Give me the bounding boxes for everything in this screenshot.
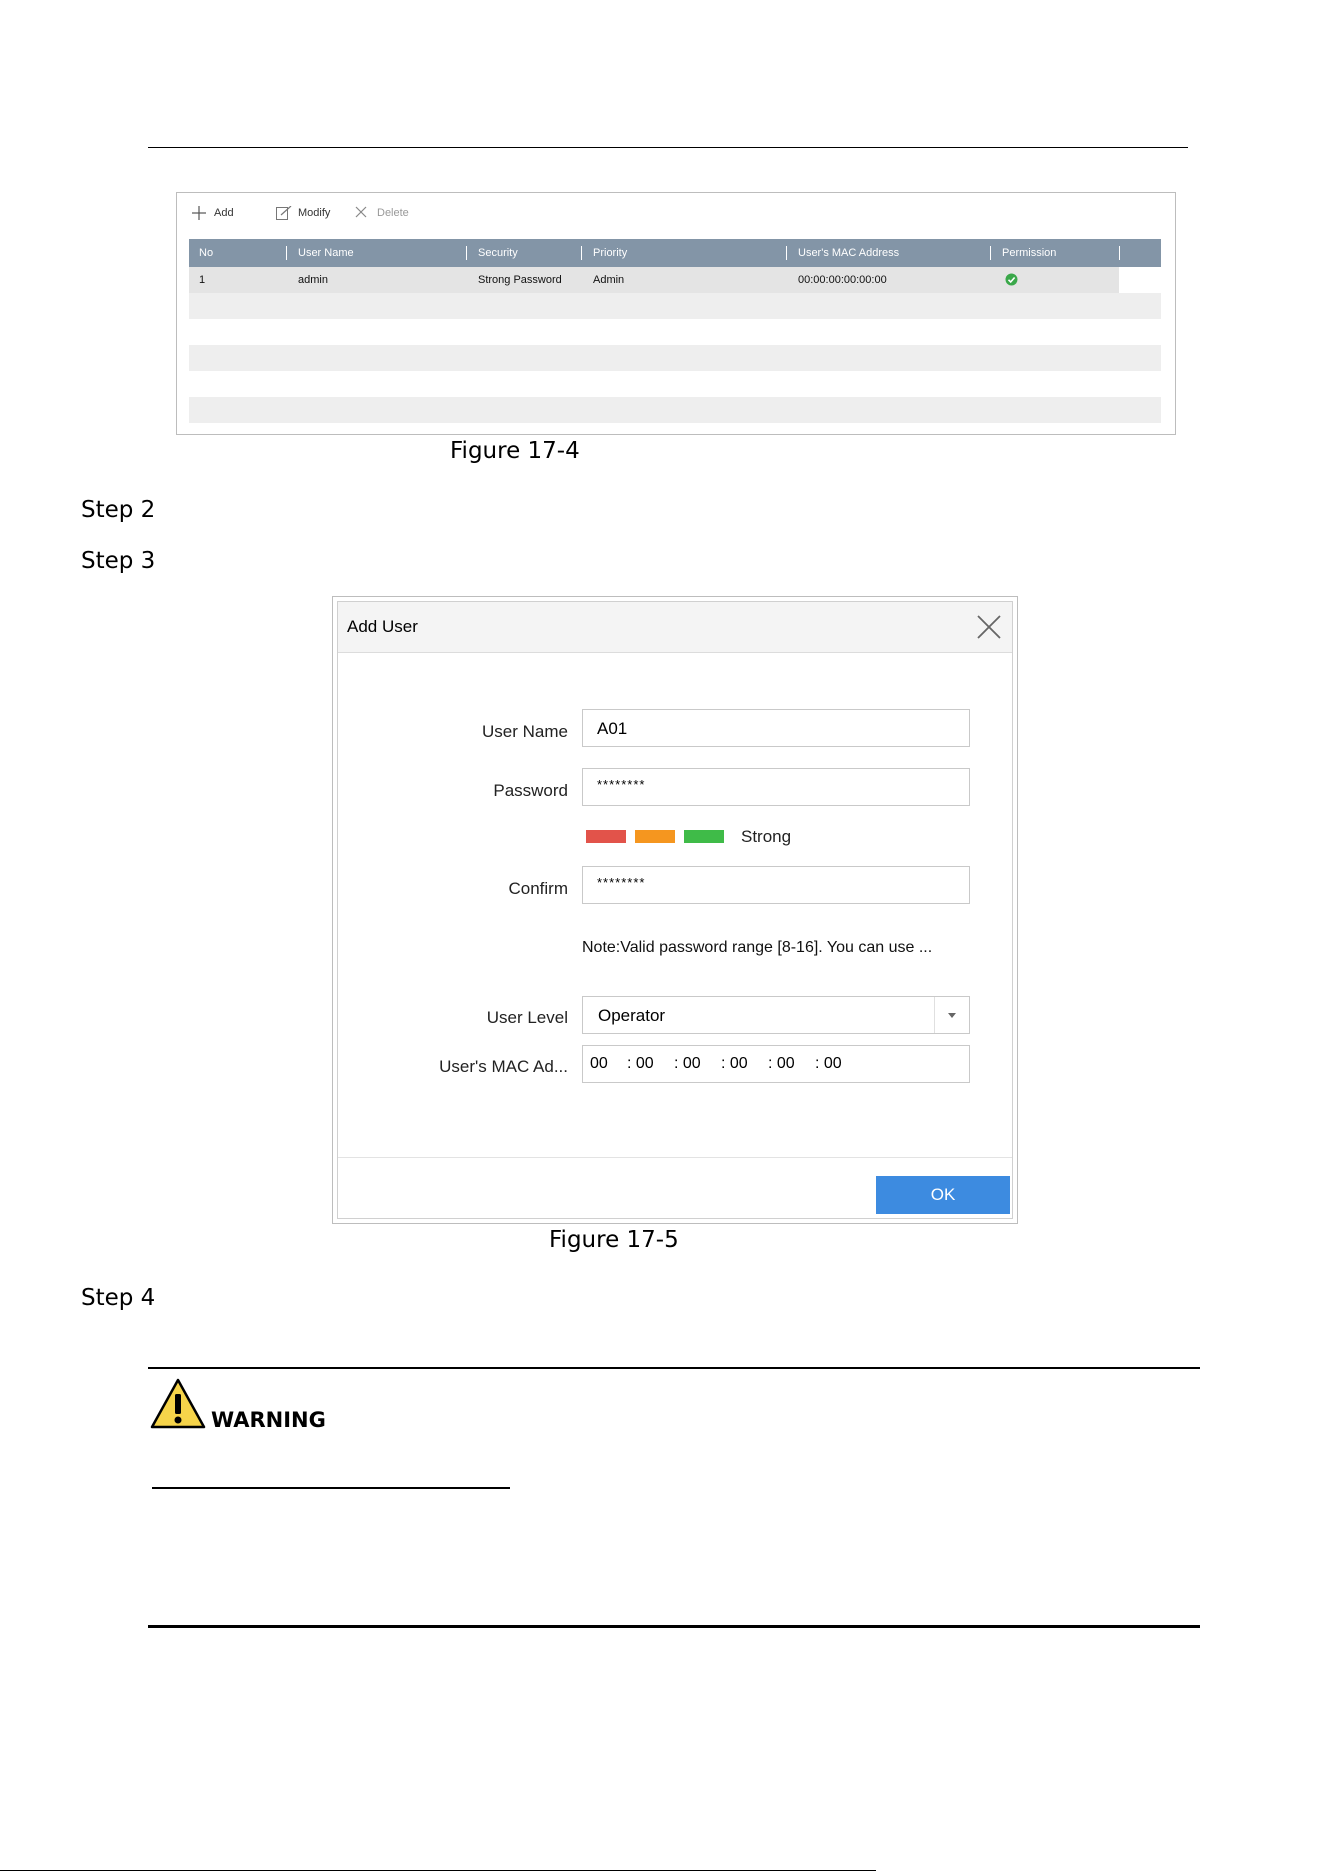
user-level-value: Operator — [598, 1006, 666, 1025]
footer-divider — [338, 1157, 1012, 1158]
password-label: Password — [493, 781, 568, 800]
col-mac-address[interactable]: User's MAC Address — [798, 247, 899, 259]
user-name-label: User Name — [482, 722, 568, 741]
header-rule — [148, 147, 1188, 148]
modify-label: Modify — [298, 207, 331, 219]
edit-icon — [276, 205, 292, 220]
table-row — [189, 345, 1161, 371]
user-level-label: User Level — [486, 1008, 568, 1027]
close-icon[interactable] — [976, 614, 1002, 640]
user-name-value: A01 — [597, 719, 628, 738]
step-label: Step 2 — [81, 497, 156, 523]
check-circle-icon — [1005, 273, 1018, 289]
confirm-value: ******** — [597, 875, 646, 890]
password-note: Note:Valid password range [8-16]. You ca… — [582, 939, 933, 956]
user-table-figure: Add Modify Delete No User Name Security … — [176, 192, 1176, 435]
col-divider — [581, 246, 582, 260]
table-row — [189, 293, 1161, 319]
add-user-dialog: Add User User Name A01 Password ********… — [332, 596, 1018, 1224]
plus-icon — [192, 206, 206, 220]
user-name-input[interactable]: A01 — [582, 709, 970, 747]
ok-button[interactable]: OK — [876, 1176, 1010, 1214]
figure-caption: Figure 17-5 — [549, 1227, 679, 1253]
col-security[interactable]: Security — [478, 247, 518, 259]
warning-bottom-rule — [148, 1625, 1200, 1628]
delete-label: Delete — [377, 207, 409, 219]
strength-bar-weak — [586, 830, 626, 843]
warning-icon — [150, 1378, 206, 1429]
cell-no: 1 — [199, 274, 206, 286]
dialog-frame: Add User User Name A01 Password ********… — [337, 601, 1013, 1219]
password-input[interactable]: ******** — [582, 768, 970, 806]
col-divider — [466, 246, 467, 260]
warning-label: WARNING — [211, 1408, 326, 1432]
cell-priority: Admin — [593, 274, 625, 286]
mac-address-input[interactable]: 00 : 00 : 00 : 00 : 00 : 00 — [582, 1045, 970, 1083]
modify-button[interactable]: Modify — [276, 205, 331, 220]
figure-caption: Figure 17-4 — [450, 438, 580, 464]
table-toolbar: Add Modify Delete — [177, 193, 1175, 233]
step-label: Step 3 — [81, 548, 156, 574]
col-divider — [990, 246, 991, 260]
cell-mac: 00:00:00:00:00:00 — [798, 274, 887, 286]
confirm-label: Confirm — [508, 879, 568, 898]
close-icon — [355, 206, 369, 220]
mac-segment[interactable]: : 00 — [627, 1055, 654, 1073]
mac-address-label: User's MAC Ad... — [439, 1057, 568, 1076]
warning-top-rule — [148, 1367, 1200, 1369]
mac-segment[interactable]: 00 — [590, 1055, 608, 1073]
col-divider — [286, 246, 287, 260]
table-row — [189, 371, 1161, 397]
table-row[interactable]: 1 admin Strong Password Admin 00:00:00:0… — [189, 267, 1161, 293]
table-row — [189, 319, 1161, 345]
password-value: ******** — [597, 777, 646, 792]
add-label: Add — [214, 207, 234, 219]
confirm-input[interactable]: ******** — [582, 866, 970, 904]
strength-label: Strong — [741, 827, 792, 846]
mac-segment[interactable]: : 00 — [674, 1055, 701, 1073]
users-table: No User Name Security Priority User's MA… — [189, 239, 1161, 423]
strength-bar-strong — [684, 830, 724, 843]
delete-button[interactable]: Delete — [355, 206, 409, 220]
col-user-name[interactable]: User Name — [298, 247, 354, 259]
mac-segment[interactable]: : 00 — [768, 1055, 795, 1073]
mac-segment[interactable]: : 00 — [721, 1055, 748, 1073]
col-divider — [786, 246, 787, 260]
mac-segment[interactable]: : 00 — [815, 1055, 842, 1073]
warning-underline — [152, 1487, 510, 1489]
table-row — [189, 397, 1161, 423]
footer-rule — [0, 1870, 876, 1871]
col-priority[interactable]: Priority — [593, 247, 627, 259]
dialog-header: Add User — [338, 602, 1012, 653]
dialog-title: Add User — [347, 617, 418, 636]
col-divider — [1119, 246, 1120, 260]
add-button[interactable]: Add — [192, 206, 234, 220]
chevron-down-icon — [948, 1013, 956, 1018]
table-header: No User Name Security Priority User's MA… — [189, 239, 1161, 267]
cell-user-name: admin — [298, 274, 328, 286]
strength-bar-medium — [635, 830, 675, 843]
step-label: Step 4 — [81, 1285, 156, 1311]
dropdown-button[interactable] — [934, 997, 969, 1033]
col-permission[interactable]: Permission — [1002, 247, 1056, 259]
cell-security: Strong Password — [478, 274, 562, 286]
col-no[interactable]: No — [199, 247, 213, 259]
user-level-select[interactable]: Operator — [582, 996, 970, 1034]
